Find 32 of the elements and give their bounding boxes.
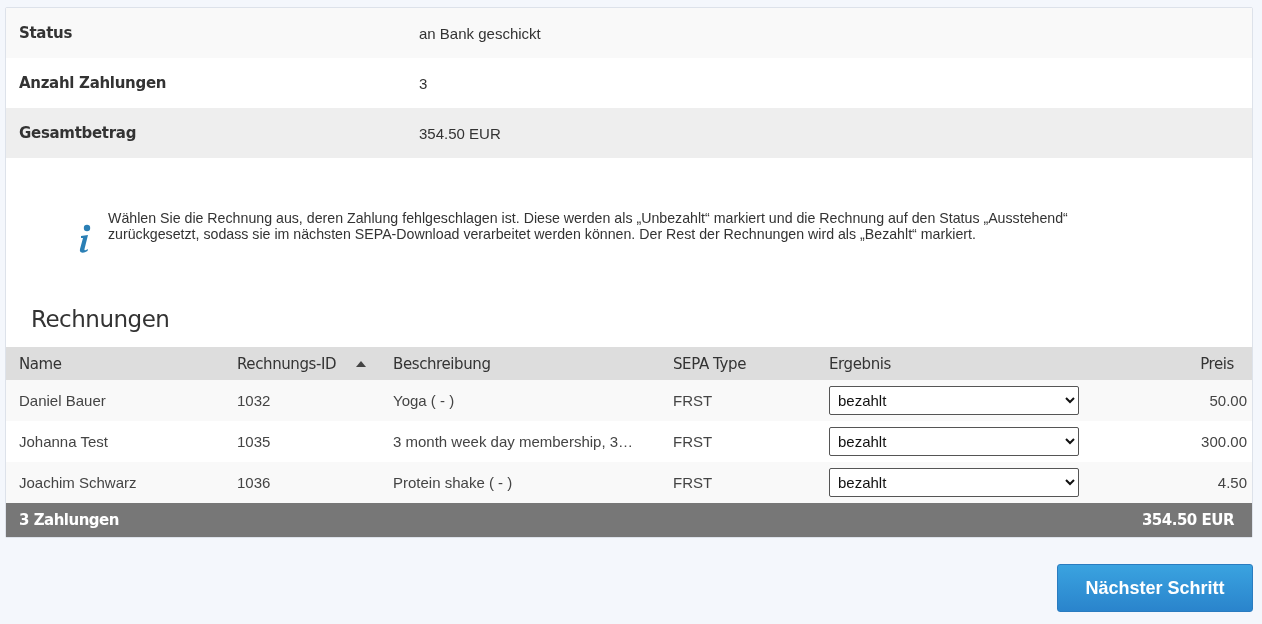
- summary-value: 3: [419, 74, 428, 92]
- total-amount: 354.50 EUR: [1141, 511, 1234, 529]
- table-cell: FRST: [673, 392, 713, 409]
- result-select[interactable]: bezahlt: [829, 468, 1079, 497]
- column-header[interactable]: Ergebnis: [829, 354, 891, 373]
- summary-label: Gesamtbetrag: [18, 124, 138, 142]
- table-cell: 3 month week day membership, 3…: [393, 433, 634, 450]
- table-cell: 50.00: [1209, 392, 1247, 409]
- table-cell: 1036: [237, 474, 271, 491]
- table-cell: Joachim Schwarz: [19, 474, 137, 491]
- table-cell: Yoga ( - ): [393, 392, 455, 409]
- column-header[interactable]: Preis: [1200, 354, 1234, 373]
- result-select[interactable]: bezahlt: [829, 386, 1079, 415]
- column-header[interactable]: Name: [19, 354, 62, 373]
- table-cell: 1032: [237, 392, 271, 409]
- section-title: Rechnungen: [30, 305, 171, 334]
- table-cell: FRST: [673, 433, 713, 450]
- result-select[interactable]: bezahlt: [829, 427, 1079, 456]
- table-cell: 4.50: [1217, 474, 1247, 491]
- table-cell: FRST: [673, 474, 713, 491]
- table-cell: Protein shake ( - ): [393, 474, 513, 491]
- table-cell: 300.00: [1201, 433, 1247, 450]
- total-count: 3 Zahlungen: [19, 511, 119, 529]
- info-text: Wählen Sie die Rechnung aus, deren Zahlung fehlgeschlagen ist. Diese werden als „Unbezahlt“ markiert und die Rechnung auf den Status „Ausstehend“ zurückgesetzt, sodass sie im nächsten SEPA-Download verarbeitet werden können. Der Rest der Rechnungen wird als „Bezahlt“ markiert.: [108, 210, 1069, 242]
- table-cell: 1035: [237, 433, 271, 450]
- summary-label: Anzahl Zahlungen: [18, 74, 168, 92]
- table-cell: Daniel Bauer: [19, 392, 106, 409]
- table-cell: Johanna Test: [19, 433, 108, 450]
- summary-label: Status: [18, 24, 74, 42]
- info-icon: [78, 224, 92, 254]
- summary-value: 354.50 EUR: [419, 124, 501, 142]
- summary-value: an Bank geschickt: [419, 24, 541, 42]
